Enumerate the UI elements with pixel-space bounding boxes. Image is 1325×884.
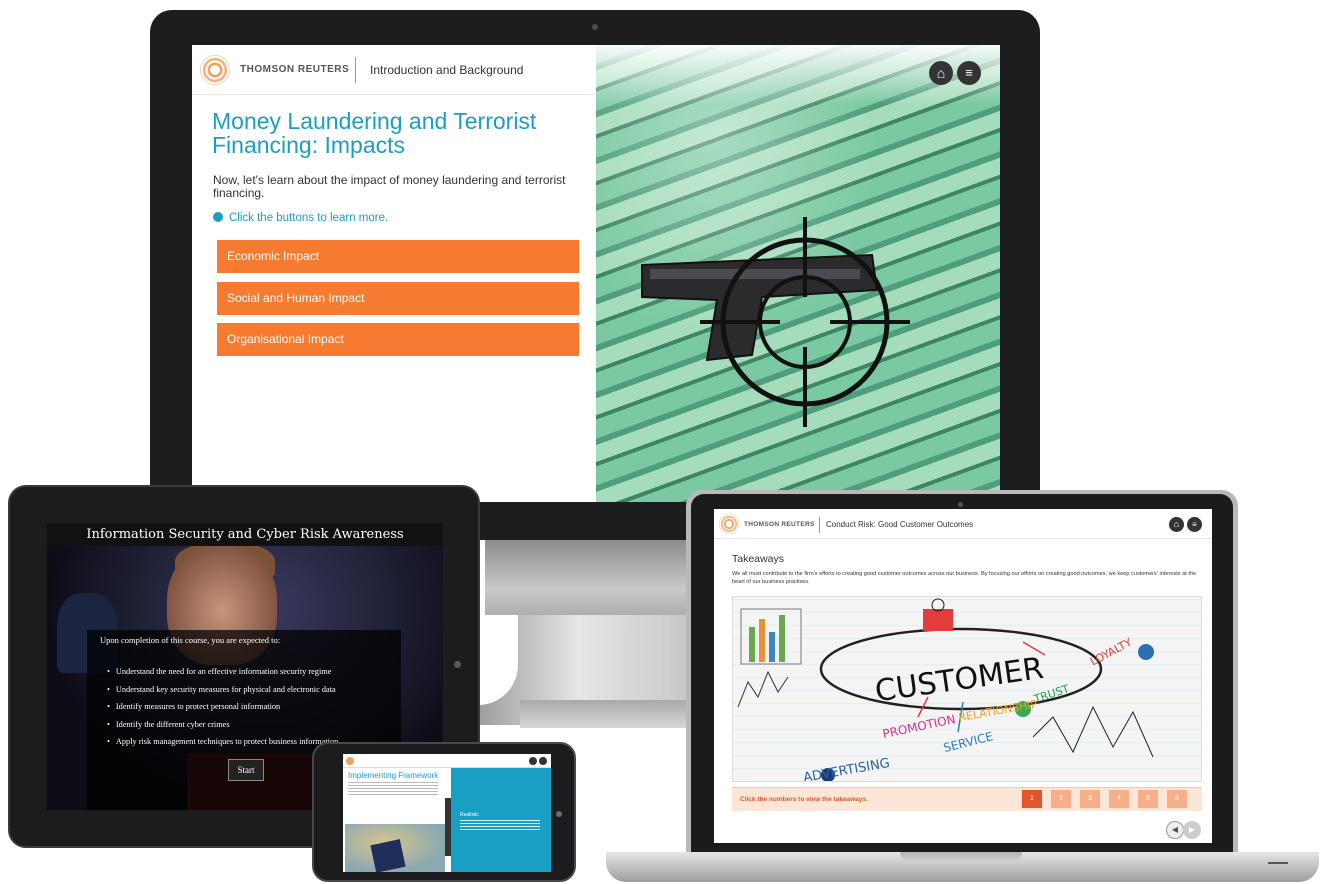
tablet-course-title: Information Security and Cyber Risk Awar… [47, 523, 443, 546]
laptop-camera [958, 502, 963, 507]
takeaway-number-2[interactable]: 2 [1051, 790, 1071, 808]
phone-header [343, 754, 551, 768]
takeaway-number-6[interactable]: 6 [1167, 790, 1187, 808]
header-divider [355, 57, 356, 83]
list-item: Understand the need for an effective inf… [107, 663, 407, 681]
takeaway-number-1[interactable]: 1 [1022, 790, 1042, 808]
laptop-notch [900, 852, 1022, 862]
page-title: Money Laundering and Terrorist Financing… [212, 108, 537, 158]
home-icon[interactable]: ⌂ [1169, 517, 1184, 532]
laptop-screen: THOMSON REUTERS Conduct Risk: Good Custo… [714, 509, 1212, 843]
social-human-impact-button[interactable]: Social and Human Impact [217, 282, 579, 315]
takeaways-instruction: Click the numbers to view the takeaways. [740, 796, 868, 803]
crosshair-icon [700, 217, 910, 427]
phone-page-title: Implementing Framework [348, 771, 439, 780]
service-word: SERVICE [942, 729, 994, 755]
takeaway-number-5[interactable]: 5 [1138, 790, 1158, 808]
section-title: Conduct Risk: Good Customer Outcomes [826, 520, 974, 529]
monitor-camera [592, 24, 598, 30]
monitor-screen: THOMSON REUTERS Introduction and Backgro… [192, 45, 1000, 502]
thomson-reuters-logo [346, 757, 354, 765]
objectives-list: Understand the need for an effective inf… [107, 663, 407, 751]
takeaway-number-4[interactable]: 4 [1109, 790, 1129, 808]
brand-name: THOMSON REUTERS [744, 521, 815, 528]
home-icon[interactable] [529, 757, 537, 765]
takeaway-number-3[interactable]: 3 [1080, 790, 1100, 808]
intro-text: Now, let's learn about the impact of mon… [213, 173, 566, 200]
header-divider [819, 517, 820, 533]
relationship-word: RELATIONSHIP [958, 698, 1039, 725]
course-header: THOMSON REUTERS Introduction and Backgro… [192, 45, 596, 95]
start-button[interactable]: Start [228, 759, 264, 781]
next-arrow-icon[interactable]: ▶ [1183, 821, 1201, 839]
economic-impact-button[interactable]: Economic Impact [217, 240, 579, 273]
phone-panel-title: Realistic [460, 812, 479, 818]
thomson-reuters-logo [200, 55, 230, 85]
menu-icon[interactable]: ≡ [957, 61, 981, 85]
menu-icon[interactable] [539, 757, 547, 765]
brand-name: THOMSON REUTERS [240, 64, 350, 75]
takeaways-text: We all must contribute to the firm's eff… [732, 571, 1197, 585]
customer-word-diagram: CUSTOMER PROMOTION RELATIONSHIP TRUST LO… [737, 598, 1154, 782]
phone-panel-text [460, 820, 540, 832]
loyalty-word: LOYALTY [1088, 636, 1134, 669]
thomson-reuters-logo [719, 514, 739, 534]
list-item: Identify measures to protect personal in… [107, 698, 407, 716]
menu-icon[interactable]: ≡ [1187, 517, 1202, 532]
laptop-indicator [1268, 862, 1288, 864]
home-icon[interactable]: ⌂ [929, 61, 953, 85]
previous-arrow-icon[interactable]: ◀ [1166, 821, 1184, 839]
page-title: Takeaways [732, 553, 784, 565]
list-item: Identify the different cyber crimes [107, 716, 407, 734]
phone-screen: Implementing Framework Realistic [343, 754, 551, 872]
section-title: Introduction and Background [370, 63, 524, 77]
list-item: Understand key security measures for phy… [107, 681, 407, 699]
instruction-hint: Click the buttons to learn more. [213, 212, 388, 224]
hint-text: Click the buttons to learn more. [229, 212, 389, 224]
customer-concept-image: CUSTOMER PROMOTION RELATIONSHIP TRUST LO… [732, 596, 1202, 782]
info-dot-icon [213, 212, 223, 222]
organisational-impact-button[interactable]: Organisational Impact [217, 323, 579, 356]
objectives-lead: Upon completion of this course, you are … [100, 635, 281, 645]
advertising-word: ADVERTISING [802, 756, 891, 782]
passport-image [370, 839, 406, 872]
tablet-home-button [454, 661, 461, 668]
phone-home-button [556, 811, 562, 817]
laptop-course-header: THOMSON REUTERS Conduct Risk: Good Custo… [714, 509, 1212, 539]
phone-body-text [348, 782, 438, 796]
